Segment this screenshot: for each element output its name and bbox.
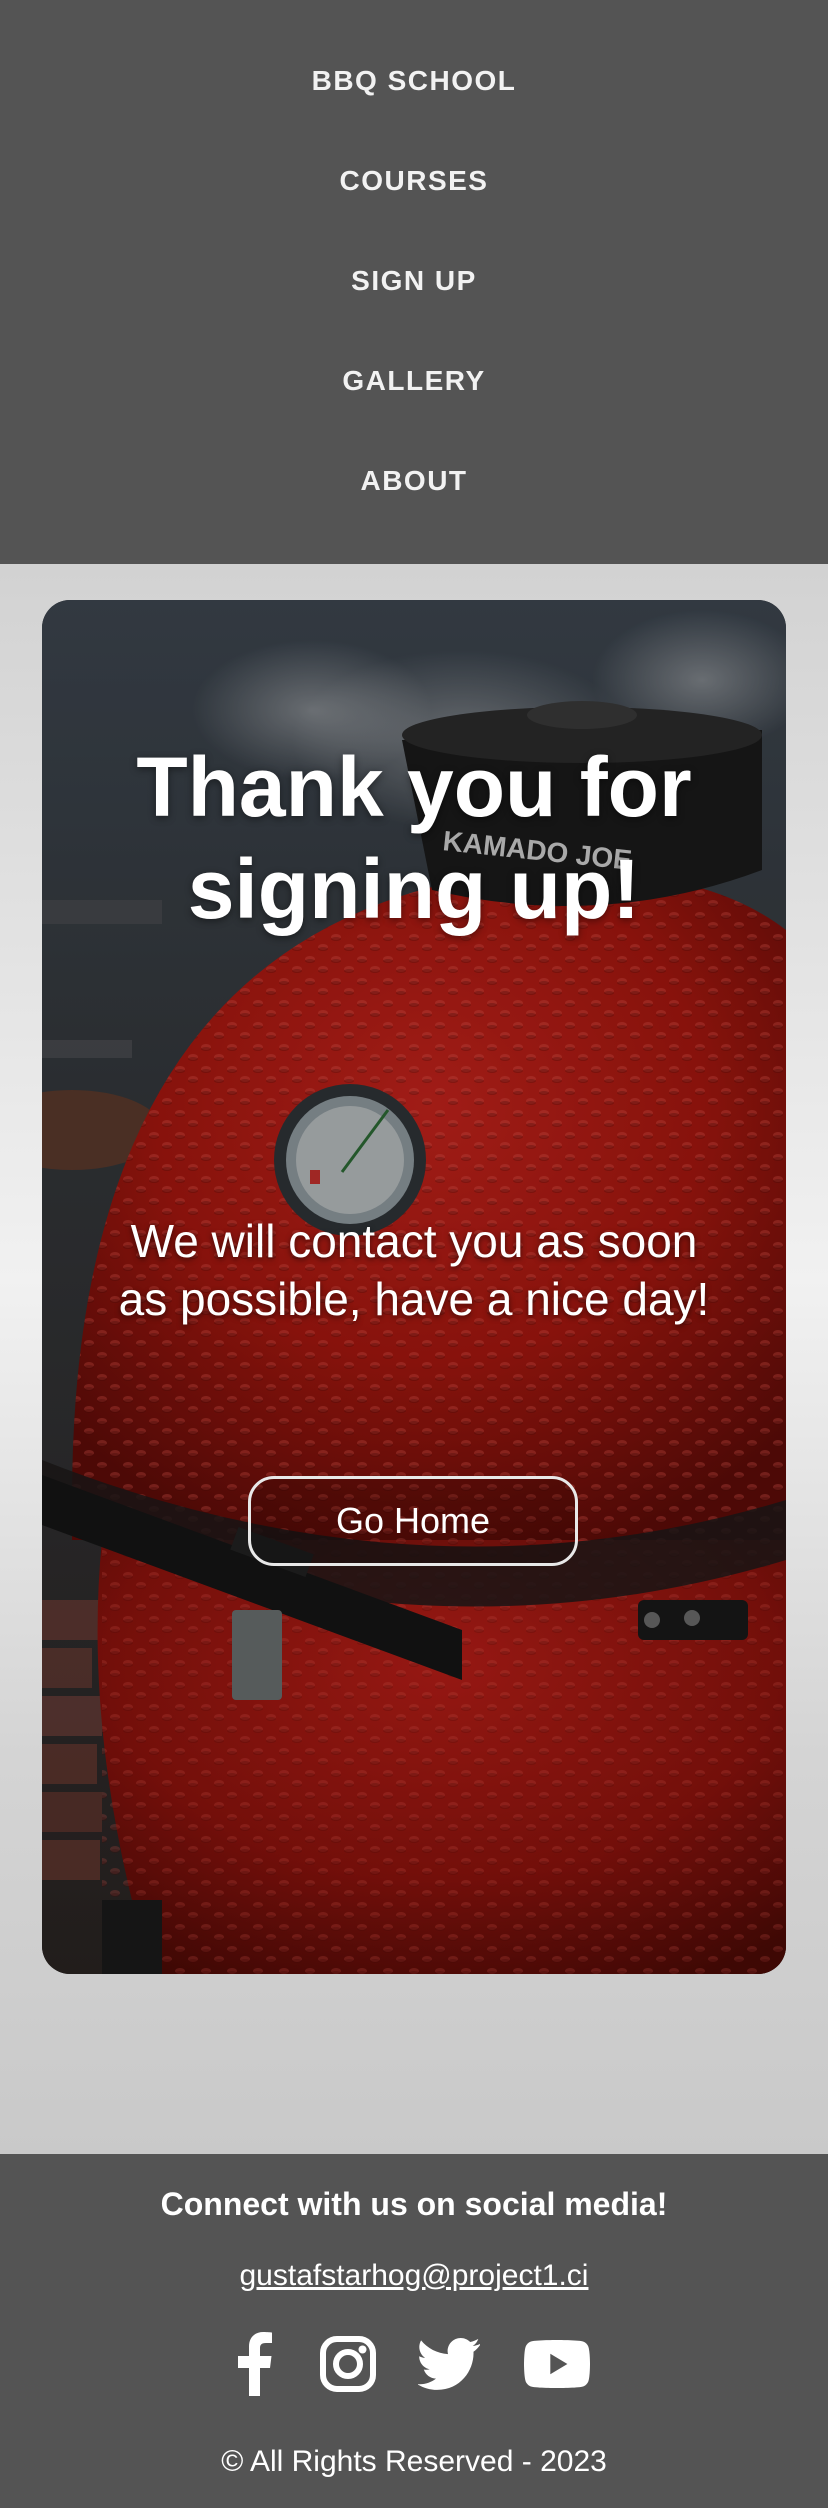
confirmation-message-line-2: as possible, have a nice day! (118, 1273, 710, 1325)
nav-item-gallery[interactable]: GALLERY (0, 361, 828, 401)
site-footer: Connect with us on social media! gustafs… (0, 2154, 828, 2508)
main-navigation: BBQ SCHOOL COURSES SIGN UP GALLERY ABOUT (0, 0, 828, 564)
confirmation-card: KAMADO JOE Thank you for signing up! We … (42, 600, 786, 1974)
nav-item-about[interactable]: ABOUT (0, 461, 828, 501)
youtube-icon[interactable] (524, 2332, 590, 2396)
facebook-icon[interactable] (238, 2332, 272, 2396)
instagram-icon[interactable] (320, 2332, 376, 2396)
copyright-text: © All Rights Reserved - 2023 (221, 2445, 607, 2478)
thank-you-heading: Thank you for signing up! (82, 736, 746, 940)
main-content: KAMADO JOE Thank you for signing up! We … (0, 564, 828, 2154)
nav-item-bbq-school[interactable]: BBQ SCHOOL (0, 61, 828, 101)
nav-item-sign-up[interactable]: SIGN UP (0, 261, 828, 301)
thank-you-heading-line-1: Thank you for (136, 740, 692, 834)
social-media-heading: Connect with us on social media! (160, 2186, 668, 2222)
contact-email-link[interactable]: gustafstarhog@project1.ci (0, 2258, 828, 2294)
thank-you-heading-line-2: signing up! (187, 842, 641, 936)
nav-item-courses[interactable]: COURSES (0, 161, 828, 201)
twitter-icon[interactable] (418, 2332, 480, 2396)
confirmation-message: We will contact you as soon as possible,… (82, 1212, 746, 1328)
go-home-button[interactable]: Go Home (248, 1476, 578, 1566)
confirmation-message-line-1: We will contact you as soon (130, 1215, 698, 1267)
